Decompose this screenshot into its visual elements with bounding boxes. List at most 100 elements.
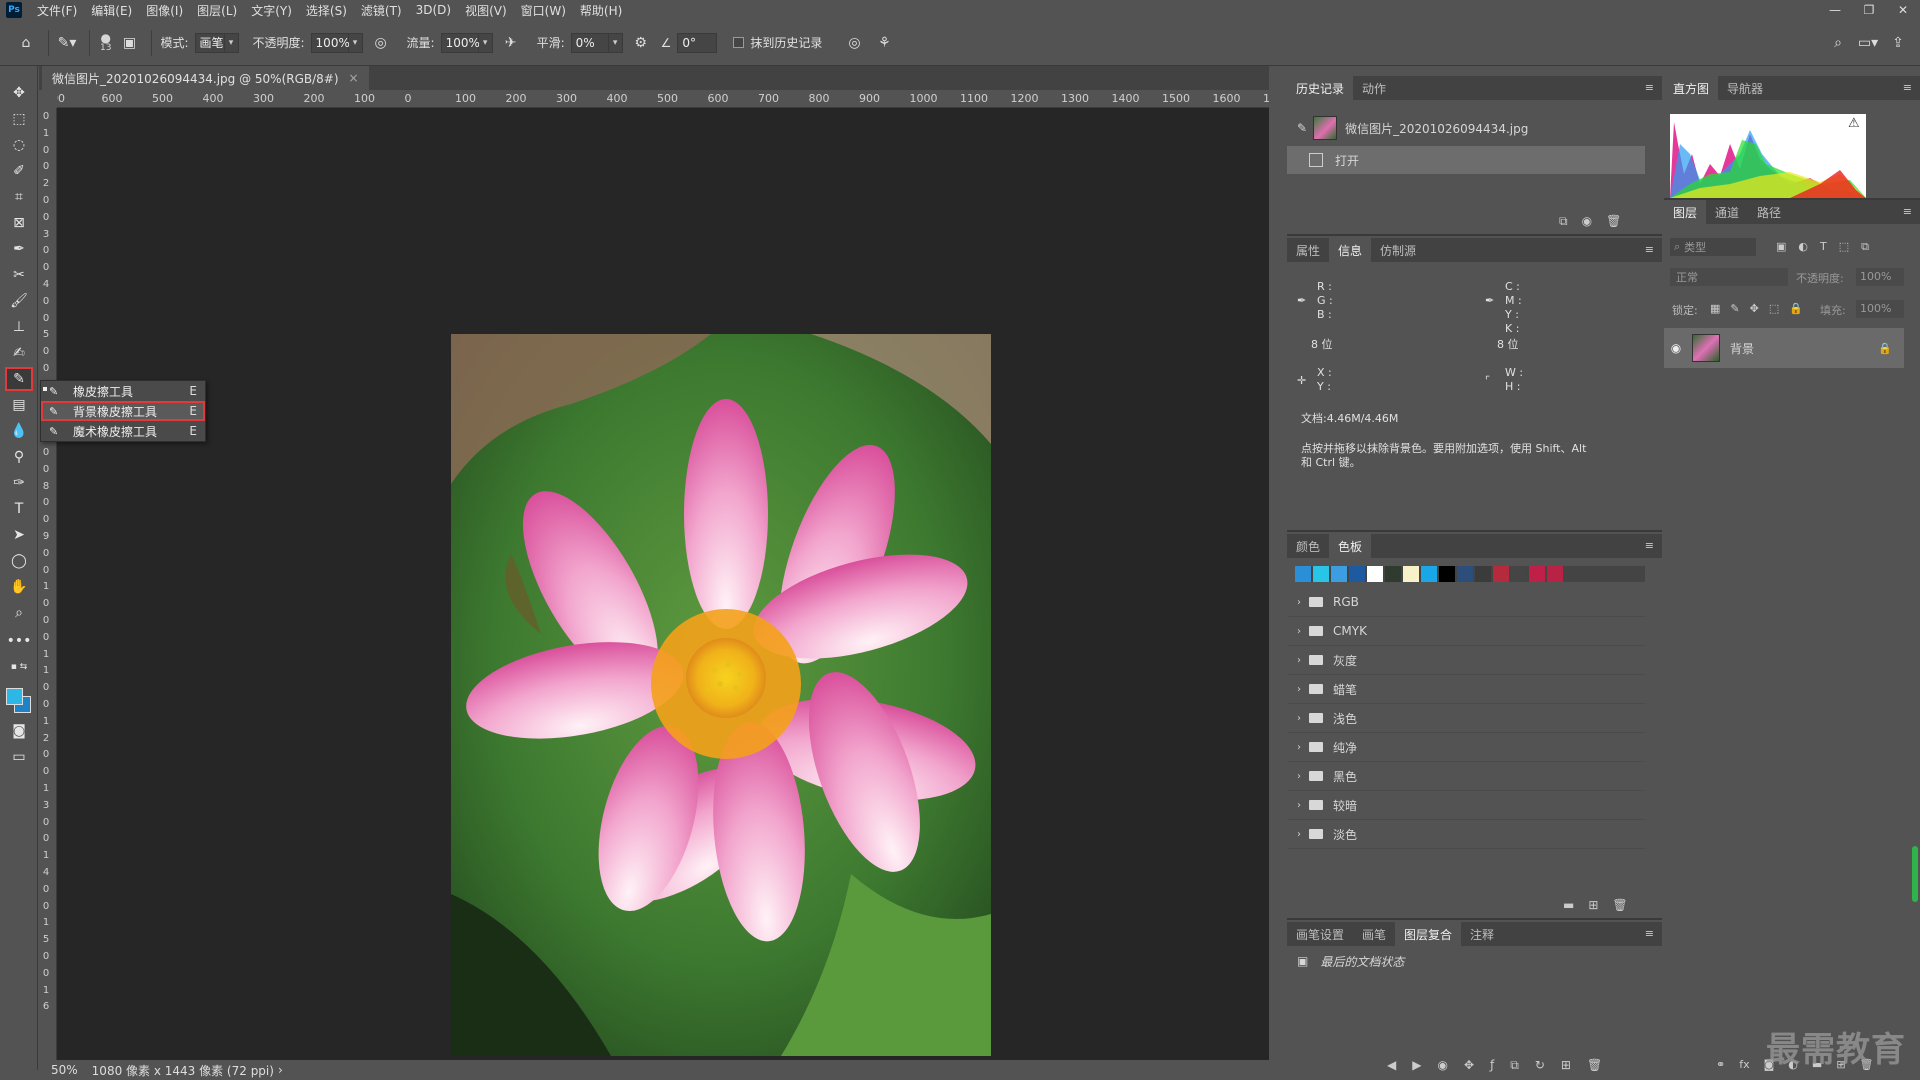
menu-help[interactable]: 帮助(H) [573,2,629,19]
eraser-preset-icon[interactable]: ✎▾ [55,31,79,55]
document-tab[interactable]: 微信图片_20201026094434.jpg @ 50%(RGB/8#) × [42,66,369,90]
color-swatch[interactable] [1367,566,1383,582]
color-swatch[interactable] [1295,566,1311,582]
panel-menu-icon[interactable]: ≡ [1903,81,1912,94]
angle-input[interactable]: 0° [677,32,718,53]
lock-transparent-icon[interactable]: ▦ [1710,302,1720,315]
panel-menu-icon[interactable]: ≡ [1645,243,1654,256]
marquee-tool-icon[interactable]: ⬚ [6,108,32,130]
color-swatch[interactable] [1511,566,1527,582]
eraser-tool-icon[interactable]: ✎ [5,367,33,391]
symmetry-icon[interactable]: ⚘ [872,31,896,55]
ruler-vertical[interactable]: 0100200300400500600700800900100011001200… [39,108,57,1060]
restore-icon[interactable]: ❐ [1852,0,1886,20]
menu-file[interactable]: 文件(F) [30,2,84,19]
scrollbar[interactable] [1912,846,1918,902]
path-select-tool-icon[interactable]: ➤ [6,524,32,546]
smooth-input[interactable]: 0% [570,32,609,53]
zoom-tool-icon[interactable]: ⌕ [6,602,32,624]
tab-channels[interactable]: 通道 [1706,200,1748,224]
healing-tool-icon[interactable]: ✂ [6,264,32,286]
dodge-tool-icon[interactable]: ⚲ [6,446,32,468]
chevron-down-icon[interactable]: ▾ [224,32,239,53]
opacity-input[interactable]: 100% [310,32,350,53]
adjustment-filter-icon[interactable]: ◐ [1798,240,1808,254]
eye-icon[interactable]: ◉ [1664,341,1688,355]
more-tools-icon[interactable]: ••• [6,630,32,652]
flyout-item-background-eraser[interactable]: ✎ 背景橡皮擦工具 E [41,401,205,421]
stamp-tool-icon[interactable]: ⊥ [6,316,32,338]
fx-icon[interactable]: ƒ [1490,1058,1494,1073]
panel-menu-icon[interactable]: ≡ [1645,927,1654,940]
gear-icon[interactable]: ⚙ [629,31,653,55]
flyout-item-magic-eraser[interactable]: ✎ 魔术橡皮擦工具 E [41,421,205,441]
share-icon[interactable]: ⇪ [1886,31,1910,55]
tab-layers[interactable]: 图层 [1664,200,1707,224]
close-icon[interactable]: ✕ [1886,0,1920,20]
refresh-icon[interactable]: ↻ [1535,1058,1545,1073]
swatch-group-darker[interactable]: › 较暗 [1287,791,1645,820]
new-folder-icon[interactable]: ▬ [1563,898,1574,912]
layer-row-background[interactable]: ◉ 背景 🔒 [1664,328,1904,368]
panel-menu-icon[interactable]: ≡ [1903,205,1912,218]
airbrush-icon[interactable]: ✈ [499,31,523,55]
new-document-from-state-icon[interactable]: ⧉ [1559,214,1568,229]
tab-layer-comps[interactable]: 图层复合 [1395,922,1462,946]
next-icon[interactable]: ▶ [1412,1058,1421,1073]
color-swatch[interactable] [1475,566,1491,582]
crop-tool-icon[interactable]: ⌗ [6,186,32,208]
swatch-group-cmyk[interactable]: › CMYK [1287,617,1645,646]
shape-filter-icon[interactable]: ⬚ [1839,240,1849,254]
canvas-area[interactable] [57,108,1269,1060]
trash-icon[interactable]: 🗑 [1587,1058,1602,1073]
lock-position-icon[interactable]: ✥ [1750,302,1759,315]
menu-edit[interactable]: 编辑(E) [84,2,139,19]
swatch-group-gray[interactable]: › 灰度 [1287,646,1645,675]
pen-tool-icon[interactable]: ✑ [6,472,32,494]
menu-window[interactable]: 窗口(W) [514,2,573,19]
tab-paths[interactable]: 路径 [1748,200,1790,224]
close-icon[interactable]: × [349,71,359,85]
home-icon[interactable]: ⌂ [14,31,38,55]
style-icon[interactable]: ⧉ [1510,1058,1519,1073]
frame-tool-icon[interactable]: ⊠ [6,212,32,234]
brush-picker[interactable]: ● 13 [100,32,111,53]
type-filter-icon[interactable]: T [1820,240,1827,254]
swap-colors-icon[interactable]: ▪ ⇆ [6,656,32,678]
panel-menu-icon[interactable]: ≡ [1645,81,1654,94]
brush-settings-icon[interactable]: ▣ [117,31,141,55]
swatch-group-pastel[interactable]: › 蜡笔 [1287,675,1645,704]
new-swatch-icon[interactable]: ⊞ [1588,898,1598,912]
layer-comp-last-state[interactable]: ▣ 最后的文档状态 [1287,950,1645,972]
fx-icon[interactable]: fx [1739,1058,1749,1071]
tab-history[interactable]: 历史记录 [1287,76,1354,100]
chevron-down-icon[interactable]: ▾ [478,32,493,53]
lock-pixels-icon[interactable]: ✎ [1730,302,1739,315]
chevron-down-icon[interactable]: ▾ [348,32,363,53]
blend-mode-select[interactable]: 正常 [1670,268,1788,286]
history-snapshot[interactable]: ✎ 微信图片_20201026094434.jpg [1287,114,1645,142]
new-comp-icon[interactable]: ⊞ [1561,1058,1571,1073]
workspace-icon[interactable]: ▭▾ [1856,31,1880,55]
color-swatch[interactable] [1421,566,1437,582]
lasso-tool-icon[interactable]: ◌ [6,134,32,156]
status-menu-arrow[interactable]: › [278,1063,283,1077]
menu-filter[interactable]: 滤镜(T) [354,2,409,19]
menu-type[interactable]: 文字(Y) [244,2,299,19]
swatch-group-pale[interactable]: › 淡色 [1287,820,1645,849]
swatch-group-light[interactable]: › 浅色 [1287,704,1645,733]
history-brush-tool-icon[interactable]: ✍ [6,342,32,364]
lock-artboard-icon[interactable]: ⬚ [1769,302,1779,315]
mode-select[interactable]: 画笔 [194,32,225,53]
layer-opacity-input[interactable]: 100% [1856,268,1904,286]
brush-tool-icon[interactable]: 🖌 [6,290,32,312]
move-tool-icon[interactable]: ✥ [6,82,32,104]
link-icon[interactable]: ⚭ [1716,1058,1725,1071]
foreground-color-swatch[interactable] [6,688,23,705]
color-swatch[interactable] [1331,566,1347,582]
flow-input[interactable]: 100% [440,32,480,53]
layer-filter-select[interactable]: ⌕ 类型 [1670,238,1756,256]
histogram-warning-icon[interactable]: ⚠ [1848,116,1860,131]
quick-select-tool-icon[interactable]: ✐ [6,160,32,182]
position-icon[interactable]: ✥ [1464,1058,1474,1073]
